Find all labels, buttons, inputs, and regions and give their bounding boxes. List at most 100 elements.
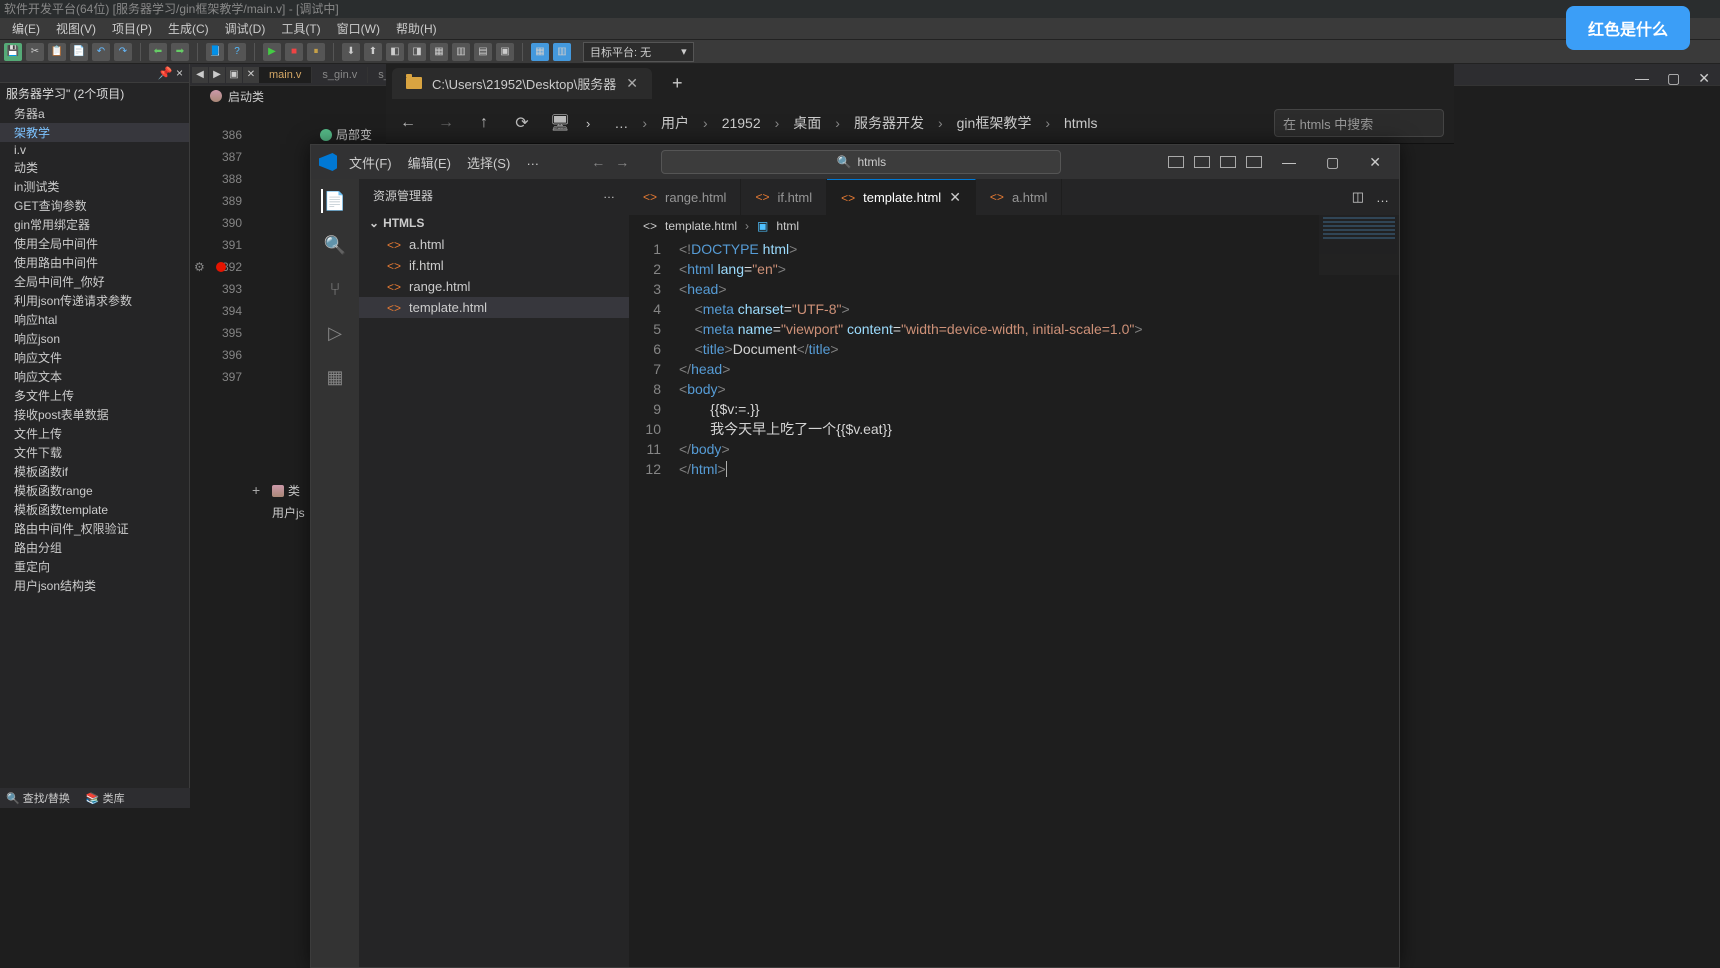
layout-icon[interactable] bbox=[1246, 156, 1262, 168]
forward-icon[interactable]: → bbox=[434, 111, 458, 135]
crumb[interactable]: htmls bbox=[1064, 115, 1097, 131]
editor-tab[interactable]: <>range.html bbox=[629, 179, 741, 215]
refresh-icon[interactable]: ⟳ bbox=[510, 111, 534, 135]
tree-item[interactable]: in测试类 bbox=[0, 177, 189, 196]
undo-icon[interactable]: ↶ bbox=[92, 43, 110, 61]
toolbar-icon[interactable]: ◨ bbox=[408, 43, 426, 61]
new-tab-button[interactable]: + bbox=[672, 73, 683, 94]
bg-tab[interactable]: s_gin.v bbox=[312, 67, 368, 83]
crumb[interactable]: gin框架教学 bbox=[957, 113, 1032, 133]
close-icon[interactable]: ✕ bbox=[1359, 150, 1391, 175]
book-icon[interactable]: 📘 bbox=[206, 43, 224, 61]
toolbar-icon[interactable]: ▦ bbox=[430, 43, 448, 61]
close-icon[interactable]: ✕ bbox=[949, 189, 961, 206]
tree-item[interactable]: 使用路由中间件 bbox=[0, 253, 189, 272]
more-icon[interactable]: … bbox=[1376, 190, 1389, 205]
file-item[interactable]: <>if.html bbox=[359, 255, 629, 276]
step-icon[interactable]: ⬇ bbox=[342, 43, 360, 61]
paste-icon[interactable]: 📄 bbox=[70, 43, 88, 61]
tree-item[interactable]: 用户json结构类 bbox=[0, 576, 189, 595]
menu-tools[interactable]: 工具(T) bbox=[273, 20, 328, 37]
toolbar-icon[interactable]: ✂ bbox=[26, 43, 44, 61]
split-editor-icon[interactable]: ◫ bbox=[1352, 189, 1364, 205]
forward-icon[interactable]: → bbox=[615, 154, 629, 170]
maximize-icon[interactable]: ▢ bbox=[1316, 150, 1349, 175]
crumb[interactable]: 桌面 bbox=[793, 113, 821, 133]
pause-icon[interactable]: ⏸ bbox=[307, 43, 325, 61]
help-icon[interactable]: ? bbox=[228, 43, 246, 61]
step-icon[interactable]: ⬆ bbox=[364, 43, 382, 61]
forward-icon[interactable]: ➡ bbox=[171, 43, 189, 61]
minimize-icon[interactable]: — bbox=[1635, 70, 1649, 87]
code-area[interactable]: 123456789101112 <!DOCTYPE html> <html la… bbox=[629, 237, 1399, 967]
tree-item[interactable]: 模板函数if bbox=[0, 462, 189, 481]
tree-item[interactable]: 接收post表单数据 bbox=[0, 405, 189, 424]
vs-menu-select[interactable]: 选择(S) bbox=[467, 153, 510, 172]
file-item[interactable]: <>a.html bbox=[359, 234, 629, 255]
tree-item[interactable]: 动类 bbox=[0, 158, 189, 177]
folder-header[interactable]: ⌄ HTMLS bbox=[359, 212, 629, 234]
tree-item[interactable]: 架教学 bbox=[0, 123, 189, 142]
search-icon[interactable]: 🔍 bbox=[323, 233, 347, 257]
minimap[interactable] bbox=[1319, 215, 1399, 275]
target-platform-dropdown[interactable]: 目标平台: 无▾ bbox=[583, 42, 694, 62]
extensions-icon[interactable]: ▦ bbox=[323, 365, 347, 389]
menu-build[interactable]: 生成(C) bbox=[160, 20, 217, 37]
toolbar-icon[interactable]: ▥ bbox=[553, 43, 571, 61]
bg-tab-main[interactable]: main.v bbox=[259, 67, 312, 83]
monitor-icon[interactable]: 🖥 bbox=[548, 111, 572, 135]
breakpoint-icon[interactable] bbox=[216, 262, 226, 272]
minimize-icon[interactable]: — bbox=[1272, 150, 1306, 174]
project-root[interactable]: 服务器学习" (2个项目) bbox=[0, 83, 189, 104]
tree-item[interactable]: 利用json传递请求参数 bbox=[0, 291, 189, 310]
explorer-icon[interactable]: 📄 bbox=[321, 189, 347, 213]
tree-item[interactable]: 响应json bbox=[0, 329, 189, 348]
menu-help[interactable]: 帮助(H) bbox=[388, 20, 445, 37]
code-lines[interactable]: <!DOCTYPE html> <html lang="en"> <head> … bbox=[679, 239, 1399, 967]
crumb[interactable]: 用户 bbox=[661, 113, 689, 133]
vs-menu-file[interactable]: 文件(F) bbox=[349, 153, 392, 172]
menu-view[interactable]: 视图(V) bbox=[48, 20, 104, 37]
tree-item[interactable]: 响应文件 bbox=[0, 348, 189, 367]
stop-icon[interactable]: ■ bbox=[285, 43, 303, 61]
tab-nav[interactable]: ◀▶▣✕ bbox=[192, 67, 259, 83]
layout-icon[interactable] bbox=[1220, 156, 1236, 168]
source-control-icon[interactable]: ⑂ bbox=[323, 277, 347, 301]
tree-item[interactable]: GET查询参数 bbox=[0, 196, 189, 215]
menu-project[interactable]: 项目(P) bbox=[104, 20, 160, 37]
toolbar-icon[interactable]: ▣ bbox=[496, 43, 514, 61]
fe-tab[interactable]: C:\Users\21952\Desktop\服务器 ✕ bbox=[392, 68, 652, 99]
crumb[interactable]: 服务器开发 bbox=[854, 113, 924, 133]
tree-item[interactable]: 文件上传 bbox=[0, 424, 189, 443]
tree-item[interactable]: 路由中间件_权限验证 bbox=[0, 519, 189, 538]
run-debug-icon[interactable]: ▷ bbox=[323, 321, 347, 345]
toolbar-icon[interactable]: ▤ bbox=[474, 43, 492, 61]
vs-menu-edit[interactable]: 编辑(E) bbox=[408, 153, 451, 172]
menu-window[interactable]: 窗口(W) bbox=[329, 20, 388, 37]
toolbar-icon[interactable]: ▥ bbox=[452, 43, 470, 61]
vscode-command-center[interactable]: 🔍 htmls bbox=[661, 150, 1061, 174]
menu-edit[interactable]: 编(E) bbox=[4, 20, 48, 37]
redo-icon[interactable]: ↷ bbox=[114, 43, 132, 61]
up-icon[interactable]: ↑ bbox=[472, 111, 496, 135]
run-icon[interactable]: ▶ bbox=[263, 43, 281, 61]
copy-icon[interactable]: 📋 bbox=[48, 43, 66, 61]
add-icon[interactable]: + bbox=[252, 482, 260, 498]
crumb[interactable]: 21952 bbox=[722, 115, 761, 131]
editor-tab[interactable]: <>a.html bbox=[976, 179, 1062, 215]
toolbar-icon[interactable]: ◧ bbox=[386, 43, 404, 61]
tree-item[interactable]: 模板函数range bbox=[0, 481, 189, 500]
tree-item[interactable]: 文件下载 bbox=[0, 443, 189, 462]
close-icon[interactable]: ✕ bbox=[626, 75, 638, 92]
layout-icon[interactable] bbox=[1168, 156, 1184, 168]
back-icon[interactable]: ← bbox=[591, 154, 605, 170]
tree-item[interactable]: 响应文本 bbox=[0, 367, 189, 386]
file-item[interactable]: <>range.html bbox=[359, 276, 629, 297]
library-tab[interactable]: 📚 类库 bbox=[86, 790, 125, 806]
layout-icon[interactable] bbox=[1194, 156, 1210, 168]
crumb[interactable]: … bbox=[614, 115, 628, 131]
search-input[interactable]: 在 htmls 中搜索 bbox=[1274, 109, 1444, 137]
file-item[interactable]: <>template.html bbox=[359, 297, 629, 318]
tree-item[interactable]: 重定向 bbox=[0, 557, 189, 576]
back-icon[interactable]: ⬅ bbox=[149, 43, 167, 61]
